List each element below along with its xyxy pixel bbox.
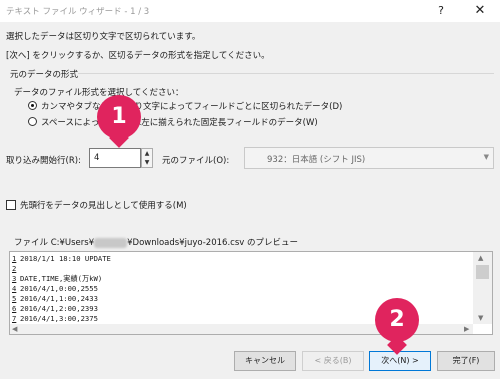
- back-button[interactable]: < 戻る(B): [302, 351, 364, 371]
- format-prompt: データのファイル形式を選択してください：: [14, 88, 184, 98]
- next-button[interactable]: 次へ(N) >: [369, 351, 431, 371]
- radio-fixed-width-label: スペースによって右または左に揃えられた固定長フィールドのデータ(W): [41, 118, 318, 128]
- preview-row-number: 5: [12, 294, 17, 303]
- preview-caption-user: autumn: [94, 238, 128, 248]
- preview-caption: ファイル C:¥Users¥autumn¥Downloads¥juyo-2016…: [14, 236, 298, 248]
- preview-row-text: 2018/1/1 18:10 UPDATE: [20, 254, 111, 263]
- preview-caption-suffix: ¥Downloads¥juyo-2016.csv のプレビュー: [127, 238, 298, 248]
- preview-row-number: 3: [12, 274, 17, 283]
- chevron-down-icon: ▼: [483, 153, 489, 161]
- preview-row-text: 2016/4/1,2:00,2393: [20, 304, 98, 313]
- scroll-left-icon[interactable]: ◀: [12, 325, 17, 333]
- stepper-up-icon[interactable]: ▲: [142, 149, 152, 158]
- stepper-down-icon[interactable]: ▼: [142, 158, 152, 167]
- step-marker-2: 2: [375, 298, 419, 342]
- cancel-button[interactable]: キャンセル: [234, 351, 296, 371]
- start-row-value: 4: [94, 153, 100, 163]
- preview-row-number: 1: [12, 254, 17, 263]
- intro-line-1: 選択したデータは区切り文字で区切られています。: [6, 32, 201, 42]
- radio-delimited-button[interactable]: [28, 101, 37, 110]
- preview-row-text: 2016/4/1,1:00,2433: [20, 294, 98, 303]
- preview-row-number: 2: [12, 264, 17, 273]
- radio-delimited-label: カンマやタブなどの区切り文字によってフィールドごとに区切られたデータ(D): [41, 102, 343, 112]
- preview-caption-prefix: ファイル C:¥Users¥: [14, 238, 95, 248]
- window-title: テキスト ファイル ウィザード - 1 / 3: [6, 7, 150, 17]
- radio-delimited[interactable]: カンマやタブなどの区切り文字によってフィールドごとに区切られたデータ(D): [28, 100, 342, 112]
- preview-row-text: DATE,TIME,実績(万kW): [20, 274, 103, 283]
- intro-line-2: [次へ] をクリックするか、区切るデータの形式を指定してください。: [6, 51, 270, 61]
- scroll-right-icon[interactable]: ▶: [464, 325, 469, 333]
- start-row-label: 取り込み開始行(R):: [6, 156, 81, 166]
- preview-row-text: 2016/4/1,3:00,2375: [20, 314, 98, 323]
- preview-row: 2: [12, 264, 472, 273]
- start-row-stepper[interactable]: ▲ ▼: [141, 148, 153, 168]
- radio-fixed-width-button[interactable]: [28, 117, 37, 126]
- header-checkbox-row[interactable]: 先頭行をデータの見出しとして使用する(M): [6, 199, 206, 211]
- preview-row: 3 DATE,TIME,実績(万kW): [12, 274, 472, 283]
- radio-fixed-width[interactable]: スペースによって右または左に揃えられた固定長フィールドのデータ(W): [28, 116, 318, 128]
- step-marker-1: 1: [97, 95, 141, 139]
- preview-row-number: 4: [12, 284, 17, 293]
- header-checkbox[interactable]: [6, 200, 16, 210]
- scroll-down-icon[interactable]: ▼: [478, 314, 483, 322]
- origin-select[interactable]: 932：日本語 (シフト JIS) ▼: [244, 147, 494, 169]
- preview-row: 1 2018/1/1 18:10 UPDATE: [12, 254, 472, 263]
- origin-value: 932：日本語 (シフト JIS): [267, 155, 366, 165]
- origin-label: 元のファイル(O):: [162, 156, 230, 166]
- group-divider: [78, 73, 494, 74]
- preview-row-number: 7: [12, 314, 17, 323]
- format-group-title: 元のデータの形式: [10, 70, 79, 80]
- finish-button[interactable]: 完了(F): [437, 351, 495, 371]
- help-icon[interactable]: ?: [430, 2, 452, 20]
- preview-pane[interactable]: 1 2018/1/1 18:10 UPDATE 2 3 DATE,TIME,実績(万kW…: [9, 251, 493, 335]
- scroll-up-icon[interactable]: ▲: [478, 254, 483, 262]
- start-row-input[interactable]: 4: [89, 148, 141, 168]
- header-checkbox-label: 先頭行をデータの見出しとして使用する(M): [20, 201, 187, 211]
- vertical-scroll-thumb[interactable]: [476, 265, 489, 279]
- preview-row-text: 2016/4/1,0:00,2555: [20, 284, 98, 293]
- vertical-scrollbar[interactable]: ▲ ▼: [473, 252, 492, 324]
- preview-row: 4 2016/4/1,0:00,2555: [12, 284, 472, 293]
- close-icon[interactable]: ✕: [460, 0, 500, 22]
- preview-row-number: 6: [12, 304, 17, 313]
